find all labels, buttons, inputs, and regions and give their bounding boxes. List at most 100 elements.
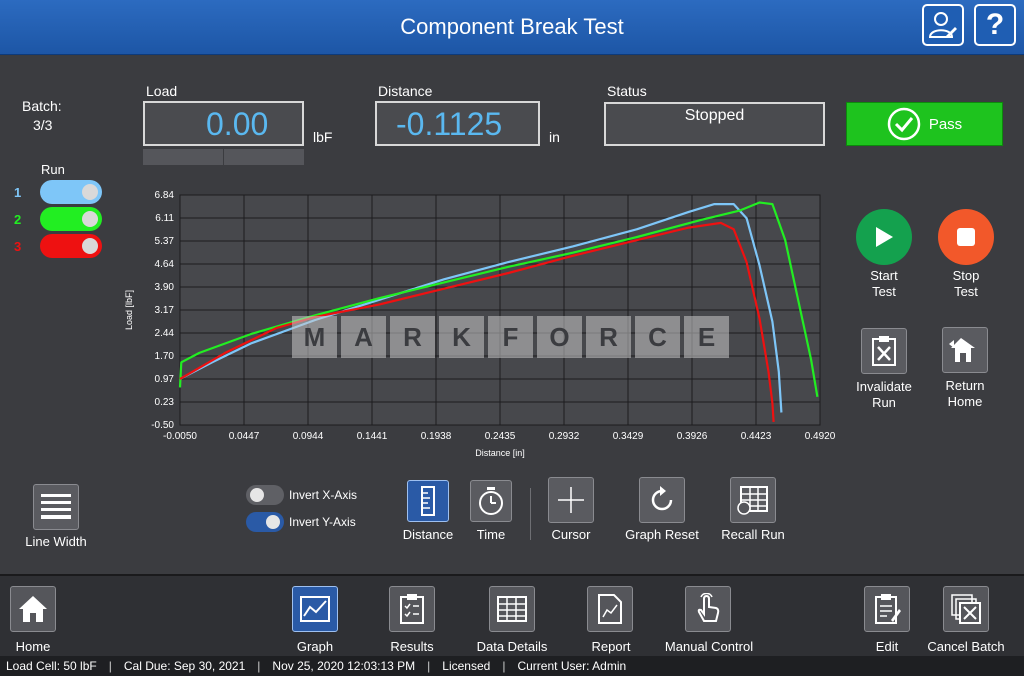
nav-cancel-batch-button[interactable] (943, 586, 989, 632)
title-bar: Component Break Test ? (0, 0, 1024, 55)
distance-axis-label: Distance (402, 527, 454, 542)
crosshair-icon (558, 487, 584, 513)
x-tick-label: 0.3429 (613, 431, 644, 442)
nav-graph-button[interactable] (292, 586, 338, 632)
y-axis-label: Load [lbF] (124, 290, 134, 330)
status-separator: | (427, 659, 431, 673)
pass-label: Pass (928, 115, 963, 133)
line-width-button[interactable] (33, 484, 79, 530)
status-separator: | (502, 659, 506, 673)
invert-x-label: Invert X-Axis (289, 488, 358, 502)
nav-results-button[interactable] (389, 586, 435, 632)
cursor-label: Cursor (551, 527, 591, 542)
watermark-letter: R (586, 316, 631, 358)
graph-reset-label: Graph Reset (625, 527, 699, 542)
batch-value: 3/3 (33, 117, 53, 133)
nav-results-label: Results (390, 639, 434, 654)
x-tick-label: 0.0447 (229, 431, 260, 442)
time-axis-button[interactable] (470, 480, 512, 522)
datetime-status: Nov 25, 2020 12:03:13 PM (272, 659, 416, 673)
nav-cancel-batch-label: Cancel Batch (927, 639, 1005, 654)
checklist-icon (400, 594, 424, 624)
toggle-knob (82, 211, 98, 227)
nav-data-details-button[interactable] (489, 586, 535, 632)
user-edit-icon (928, 12, 957, 38)
stop-test-label: Stop Test (952, 268, 980, 299)
stop-test-button[interactable] (938, 209, 994, 265)
home-icon (19, 596, 47, 622)
recall-run-label: Recall Run (721, 527, 785, 542)
run-label: Run (41, 162, 65, 177)
invert-y-switch[interactable] (246, 512, 284, 532)
toolbar-divider (530, 488, 531, 540)
nav-manual-control-button[interactable] (685, 586, 731, 632)
report-icon (598, 594, 622, 624)
watermark-letter: K (439, 316, 484, 358)
clipboard-x-icon (872, 336, 896, 366)
watermark-letter: E (684, 316, 729, 358)
invalidate-run-button[interactable] (861, 328, 907, 374)
nav-edit-label: Edit (875, 639, 899, 654)
run-toggle-2[interactable] (40, 207, 102, 231)
distance-label: Distance (378, 83, 433, 99)
invert-x-switch[interactable] (246, 485, 284, 505)
distance-axis-button[interactable] (407, 480, 449, 522)
watermark-letter: F (488, 316, 533, 358)
y-tick-label: 6.11 (155, 213, 174, 224)
edit-clipboard-icon (875, 594, 901, 624)
nav-home-label: Home (15, 639, 51, 654)
load-label: Load (146, 83, 178, 99)
watermark-letter: A (341, 316, 386, 358)
status-separator: | (257, 659, 261, 673)
x-tick-label: 0.1441 (357, 431, 388, 442)
watermark: MARKFORCE (292, 316, 729, 358)
nav-report-label: Report (591, 639, 631, 654)
nav-edit-button[interactable] (864, 586, 910, 632)
nav-report-button[interactable] (587, 586, 633, 632)
line-width-icon (41, 494, 71, 519)
x-tick-label: 0.2435 (485, 431, 516, 442)
help-button[interactable]: ? (974, 4, 1016, 46)
y-tick-label: -0.50 (151, 420, 174, 431)
nav-manual-control-label: Manual Control (664, 639, 754, 654)
check-circle-icon (887, 107, 921, 141)
stop-icon (957, 228, 975, 246)
recall-run-button[interactable] (730, 477, 776, 523)
watermark-letter: C (635, 316, 680, 358)
stopwatch-icon (479, 487, 503, 515)
license-status: Licensed (442, 659, 491, 673)
x-tick-label: 0.4423 (741, 431, 772, 442)
run-toggle-3[interactable] (40, 234, 102, 258)
return-home-button[interactable] (942, 327, 988, 373)
toggle-knob (82, 238, 98, 254)
pass-indicator: Pass (846, 102, 1003, 146)
y-tick-label: 2.44 (155, 328, 175, 339)
current-user-status: Current User: Admin (517, 659, 627, 673)
batch-label: Batch: (22, 98, 62, 114)
cursor-button[interactable] (548, 477, 594, 523)
bottom-navigation: Home Graph Results Data Details Report M… (0, 574, 1024, 656)
play-icon (876, 227, 893, 247)
y-tick-label: 1.70 (155, 351, 175, 362)
return-home-label: Return Home (945, 378, 985, 409)
refresh-icon (651, 486, 673, 511)
status-value: Stopped (684, 107, 745, 124)
start-test-button[interactable] (856, 209, 912, 265)
nav-home-button[interactable] (10, 586, 56, 632)
y-tick-label: 4.64 (155, 259, 175, 270)
load-unit: lbF (313, 129, 333, 145)
run-number: 1 (14, 185, 22, 200)
y-tick-label: 0.97 (155, 374, 175, 385)
start-test-label: Start Test (870, 268, 898, 299)
run-toggle-1[interactable] (40, 180, 102, 204)
user-profile-button[interactable] (922, 4, 964, 46)
load-cell-status: Load Cell: 50 lbF (6, 659, 97, 673)
watermark-letter: M (292, 316, 337, 358)
run-number: 3 (14, 239, 22, 254)
watermark-letter: O (537, 316, 582, 358)
ruler-icon (421, 486, 435, 516)
help-icon: ? (985, 8, 1005, 41)
graph-reset-button[interactable] (639, 477, 685, 523)
status-separator: | (108, 659, 112, 673)
run-number: 2 (14, 212, 22, 227)
